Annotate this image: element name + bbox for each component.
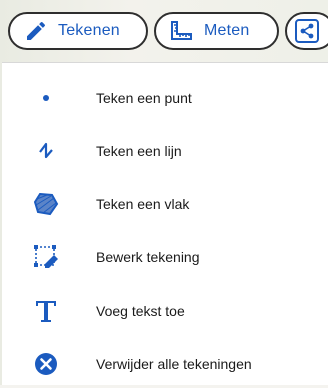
draw-button-label: Tekenen — [58, 22, 120, 39]
menu-item-draw-line[interactable]: Teken een lijn — [2, 127, 328, 175]
toolbar: Tekenen Meten — [0, 0, 328, 62]
edit-drawing-icon — [32, 243, 60, 271]
line-icon — [32, 137, 60, 165]
measure-button-label: Meten — [204, 22, 250, 39]
draw-menu: Teken een punt Teken een lijn Teken een … — [2, 62, 328, 385]
menu-item-add-text[interactable]: Voeg tekst toe — [2, 287, 328, 335]
ruler-icon — [168, 17, 196, 45]
delete-all-icon — [32, 350, 60, 378]
menu-item-label: Voeg tekst toe — [96, 303, 185, 319]
polygon-icon — [32, 190, 60, 218]
point-icon — [32, 84, 60, 112]
menu-item-label: Teken een lijn — [96, 143, 182, 159]
menu-item-label: Bewerk tekening — [96, 249, 200, 265]
text-icon — [32, 297, 60, 325]
pencil-icon — [22, 17, 50, 45]
measure-button[interactable]: Meten — [154, 12, 279, 50]
menu-item-label: Teken een punt — [96, 90, 192, 106]
menu-item-edit-drawing[interactable]: Bewerk tekening — [2, 233, 328, 281]
menu-item-draw-point[interactable]: Teken een punt — [2, 74, 328, 122]
share-button[interactable] — [285, 12, 328, 50]
share-icon — [293, 17, 321, 45]
menu-item-delete-all[interactable]: Verwijder alle tekeningen — [2, 340, 328, 388]
menu-item-label: Teken een vlak — [96, 196, 190, 212]
draw-button[interactable]: Tekenen — [8, 12, 148, 50]
menu-item-draw-polygon[interactable]: Teken een vlak — [2, 180, 328, 228]
menu-item-label: Verwijder alle tekeningen — [96, 356, 252, 372]
